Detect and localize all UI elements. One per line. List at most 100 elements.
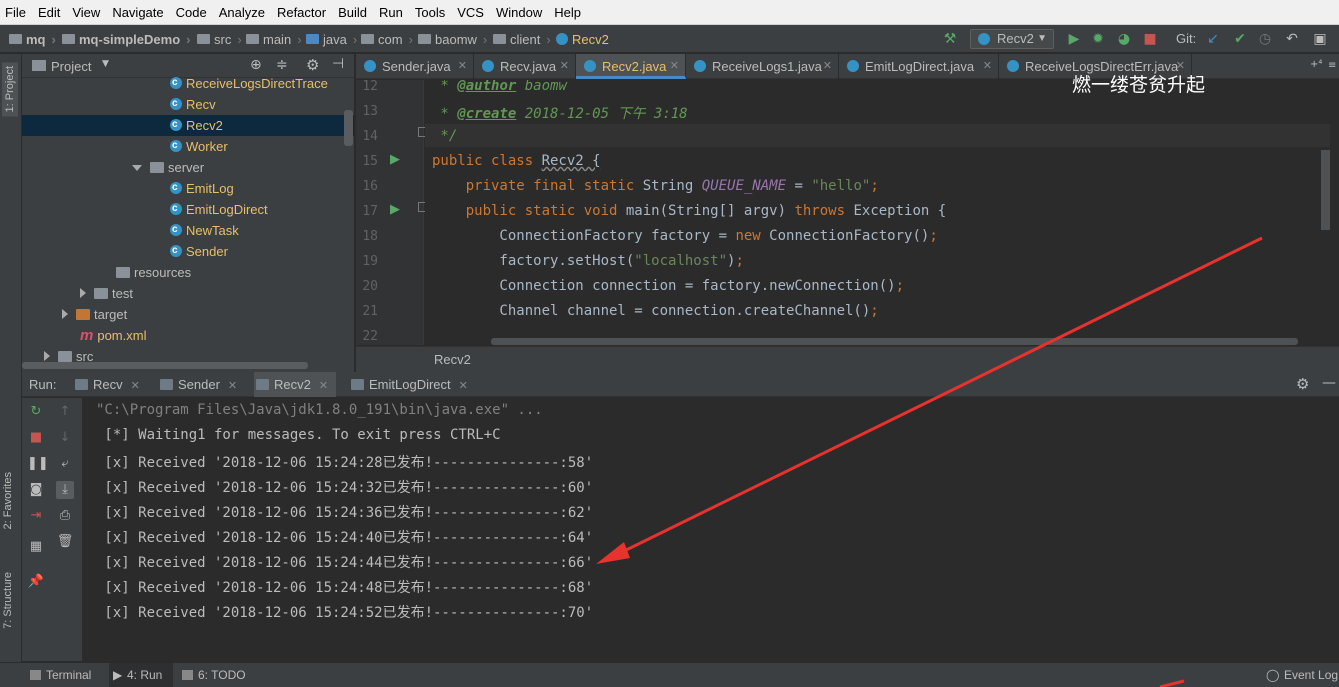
close-icon[interactable]: ✕ xyxy=(228,380,237,392)
breadcrumb-src[interactable]: src › xyxy=(197,30,242,48)
tool-tab-project[interactable]: 1: Project xyxy=(2,62,18,117)
expand-arrow-icon[interactable] xyxy=(80,288,86,298)
breadcrumb-module[interactable]: mq-simpleDemo › xyxy=(62,30,190,48)
editor-v-scrollbar[interactable] xyxy=(1321,150,1330,230)
expand-arrow-icon[interactable] xyxy=(44,351,50,361)
run-gutter-icon[interactable]: ▶ xyxy=(390,202,400,217)
breadcrumb-com[interactable]: com › xyxy=(361,30,413,48)
up-icon[interactable]: ↑ xyxy=(56,403,74,421)
tree-scrollbar[interactable] xyxy=(344,110,353,146)
tool-tab-todo[interactable]: 6: TODO xyxy=(180,663,250,687)
tree-item[interactable]: NewTask xyxy=(170,219,239,241)
frame-icon[interactable]: ▣ xyxy=(1312,31,1328,47)
tab-menu-icon[interactable]: ≡ xyxy=(1328,60,1336,71)
layout-icon[interactable]: ▦ xyxy=(27,538,45,556)
expand-arrow-icon[interactable] xyxy=(62,309,68,319)
scroll-to-end-icon[interactable]: ⤓ xyxy=(56,481,74,499)
breadcrumb-client[interactable]: client › xyxy=(493,30,551,48)
exit-icon[interactable]: ⇥ xyxy=(27,507,45,525)
tab-recv[interactable]: Recv.java ✕ xyxy=(474,54,576,79)
run-tab-recv2[interactable]: Recv2 ✕ xyxy=(254,372,337,397)
close-icon[interactable]: ✕ xyxy=(560,54,569,79)
hide-icon[interactable]: ⊣ xyxy=(332,56,344,72)
breadcrumb-java[interactable]: java › xyxy=(306,30,357,48)
trash-icon[interactable]: 🗑 xyxy=(56,533,74,551)
tree-item[interactable]: m pom.xml xyxy=(80,325,146,346)
close-icon[interactable]: ✕ xyxy=(131,380,140,392)
close-icon[interactable]: ✕ xyxy=(670,54,679,79)
menu-window[interactable]: Window xyxy=(496,5,542,20)
tab-receivelogs1[interactable]: ReceiveLogs1.java ✕ xyxy=(686,54,839,79)
tree-item-selected[interactable]: Recv2 xyxy=(22,114,354,136)
close-icon[interactable]: ✕ xyxy=(458,54,467,79)
minimize-icon[interactable]: — xyxy=(1322,375,1336,391)
menu-analyze[interactable]: Analyze xyxy=(219,5,265,20)
close-icon[interactable]: ✕ xyxy=(823,54,832,79)
tree-h-scrollbar[interactable] xyxy=(22,362,308,369)
tree-item[interactable]: EmitLog xyxy=(170,177,234,199)
git-commit-icon[interactable]: ✔ xyxy=(1232,31,1248,47)
close-icon[interactable]: ✕ xyxy=(983,54,992,79)
tree-item-folder[interactable]: resources xyxy=(116,262,191,283)
event-log-button[interactable]: ◯ Event Log xyxy=(1266,663,1339,687)
locate-icon[interactable]: ⊕ xyxy=(250,57,262,73)
pause-icon[interactable]: ❚❚ xyxy=(27,455,49,473)
collapse-icon[interactable]: ≑ xyxy=(276,57,288,73)
print-icon[interactable]: ⎙ xyxy=(56,507,74,525)
run-gutter-icon[interactable]: ▶ xyxy=(390,152,400,167)
tab-list-icon[interactable]: +⁴ xyxy=(1310,59,1322,70)
run-tab-emitlogdirect[interactable]: EmitLogDirect ✕ xyxy=(349,372,468,397)
code-editor[interactable]: * @author baomw * @create 2018-12-05 下午 … xyxy=(425,80,1330,345)
menu-navigate[interactable]: Navigate xyxy=(112,5,163,20)
menu-refactor[interactable]: Refactor xyxy=(277,5,326,20)
down-icon[interactable]: ↓ xyxy=(56,429,74,447)
tab-recv2[interactable]: Recv2.java ✕ xyxy=(576,54,686,79)
tree-item-package[interactable]: server xyxy=(132,157,204,178)
expand-arrow-icon[interactable] xyxy=(132,165,142,171)
menu-code[interactable]: Code xyxy=(176,5,207,20)
tab-emitlogdirect[interactable]: EmitLogDirect.java ✕ xyxy=(839,54,999,79)
menu-build[interactable]: Build xyxy=(338,5,367,20)
tool-tab-terminal[interactable]: Terminal xyxy=(28,663,98,687)
coverage-icon[interactable]: ◕ xyxy=(1116,31,1132,47)
menu-tools[interactable]: Tools xyxy=(415,5,445,20)
soft-wrap-icon[interactable]: ⤶ xyxy=(56,455,74,473)
tree-item-folder[interactable]: target xyxy=(62,304,127,325)
tree-item[interactable]: Worker xyxy=(170,135,228,157)
pin-icon[interactable]: 📌 xyxy=(27,573,45,591)
run-tab-sender[interactable]: Sender ✕ xyxy=(158,372,237,397)
chevron-down-icon[interactable]: ▼ xyxy=(102,59,109,69)
gear-icon[interactable]: ⚙ xyxy=(1296,375,1309,393)
menu-run[interactable]: Run xyxy=(379,5,403,20)
menu-view[interactable]: View xyxy=(72,5,100,20)
debug-icon[interactable]: ✹ xyxy=(1090,31,1106,47)
tree-item[interactable]: ReceiveLogsDirectTrace xyxy=(170,72,328,94)
stop-icon[interactable]: ■ xyxy=(27,429,45,447)
tab-sender[interactable]: Sender.java ✕ xyxy=(356,54,474,79)
git-history-icon[interactable]: ◷ xyxy=(1257,31,1273,47)
stop-icon[interactable]: ■ xyxy=(1142,31,1158,47)
editor-h-scrollbar[interactable] xyxy=(491,338,1298,345)
tree-item[interactable]: Sender xyxy=(170,240,228,262)
git-revert-icon[interactable]: ↶ xyxy=(1284,31,1300,47)
editor-breadcrumb[interactable]: Recv2 xyxy=(434,352,471,367)
run-icon[interactable]: ▶ xyxy=(1066,31,1082,47)
breadcrumb-main[interactable]: main › xyxy=(246,30,302,48)
rerun-icon[interactable]: ↻ xyxy=(27,403,45,421)
breadcrumb-class[interactable]: Recv2 xyxy=(556,30,609,48)
menu-help[interactable]: Help xyxy=(554,5,581,20)
camera-icon[interactable]: ◙ xyxy=(27,481,45,499)
breadcrumb-mq[interactable]: mq › xyxy=(9,30,56,48)
menu-vcs[interactable]: VCS xyxy=(457,5,484,20)
close-icon[interactable]: ✕ xyxy=(459,380,468,392)
run-config-select[interactable]: Recv2 ▼ xyxy=(970,29,1054,49)
tool-tab-run[interactable]: ▶ 4: Run xyxy=(109,663,173,687)
menu-file[interactable]: File xyxy=(5,5,26,20)
breadcrumb-baomw[interactable]: baomw › xyxy=(418,30,487,48)
tool-tab-structure[interactable]: 7: Structure xyxy=(2,572,14,629)
close-icon[interactable]: ✕ xyxy=(319,380,328,392)
console-output[interactable]: "C:\Program Files\Java\jdk1.8.0_191\bin\… xyxy=(82,398,1339,661)
project-view-select[interactable]: Project xyxy=(51,59,91,74)
build-hammer-icon[interactable]: ⚒ xyxy=(942,31,958,47)
tree-item[interactable]: Recv xyxy=(170,93,216,115)
